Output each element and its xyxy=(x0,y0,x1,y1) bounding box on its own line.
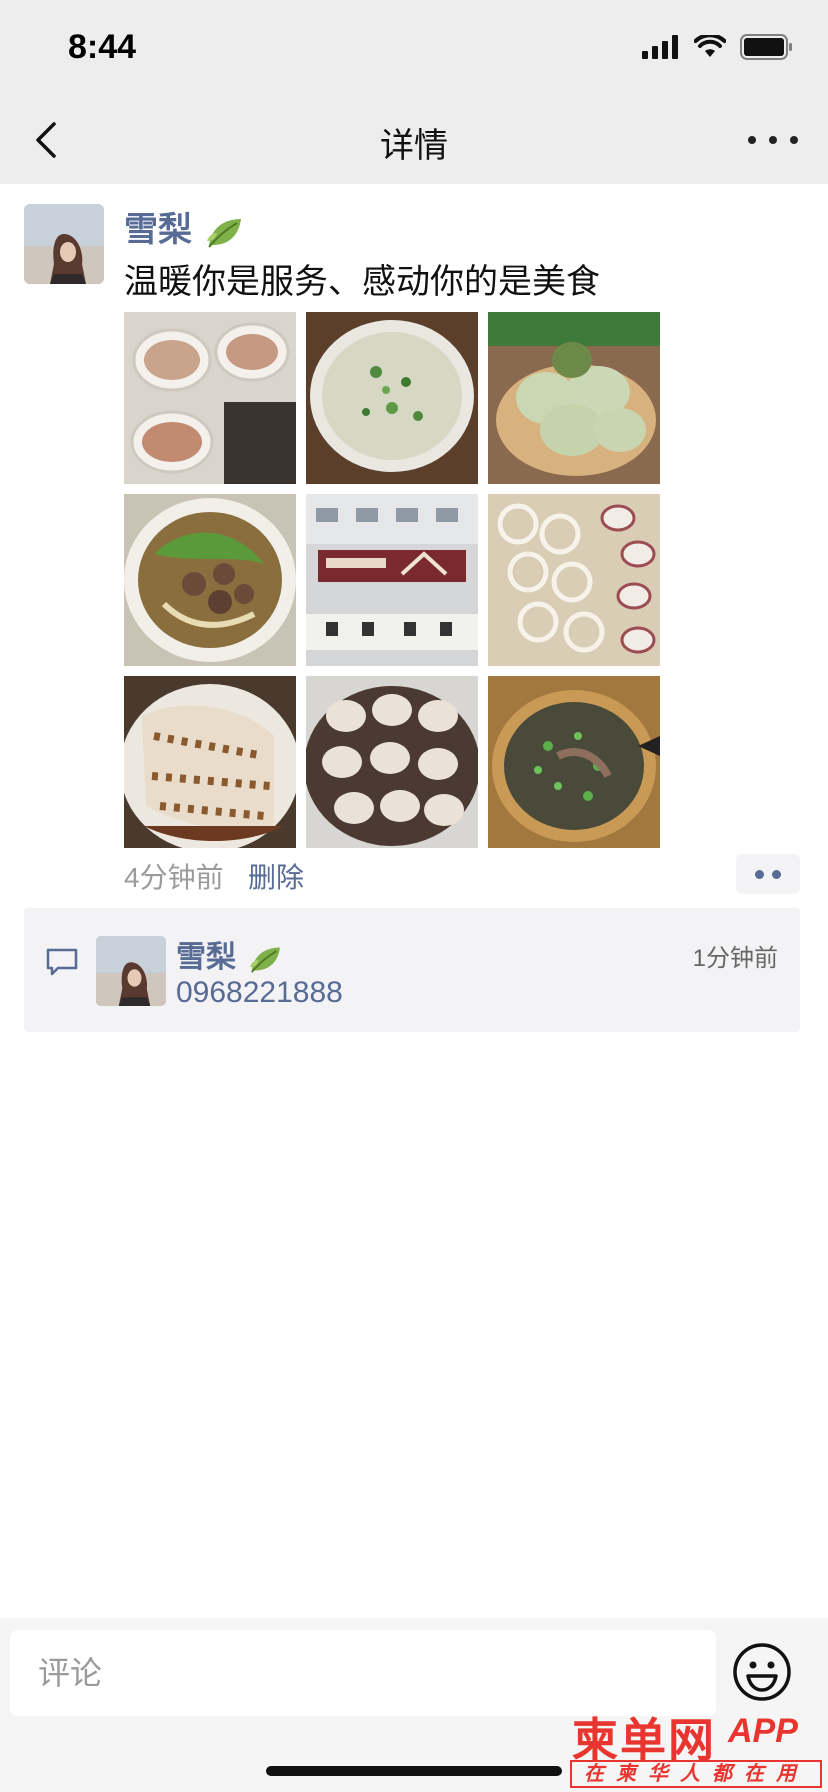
photo-noodle-soup[interactable] xyxy=(488,676,660,848)
post-time: 4分钟前 xyxy=(124,862,224,893)
photo-restaurant-storefront[interactable] xyxy=(306,494,478,666)
photo-rice-rolls[interactable] xyxy=(124,676,296,848)
status-bar: 8:44 xyxy=(0,0,828,96)
photo-glasses-and-slices[interactable] xyxy=(488,494,660,666)
home-indicator[interactable] xyxy=(266,1766,562,1776)
photo-cups[interactable] xyxy=(124,312,296,484)
photo-wontons[interactable] xyxy=(306,676,478,848)
comment-time: 1分钟前 xyxy=(692,945,778,972)
page-title: 详情 xyxy=(380,127,448,165)
more-dot-icon xyxy=(790,136,798,144)
emoji-button[interactable] xyxy=(730,1640,794,1704)
comments-section: 雪梨 0968221888 1分钟前 xyxy=(24,908,800,1032)
emoji-icon xyxy=(733,1643,791,1701)
leaf-icon xyxy=(207,219,242,248)
avatar-image xyxy=(24,204,104,284)
nav-bar: 详情 xyxy=(0,96,828,184)
avatar-image xyxy=(96,936,166,1006)
comment-author-name[interactable]: 雪梨 xyxy=(176,932,282,976)
more-dot-icon xyxy=(748,136,756,144)
leaf-icon xyxy=(250,947,281,973)
comment-text[interactable]: 0968221888 xyxy=(176,976,343,1010)
more-dot-icon xyxy=(769,136,777,144)
signal-icon xyxy=(642,35,678,59)
wifi-icon xyxy=(694,35,726,57)
action-dot-icon xyxy=(772,869,781,879)
author-avatar[interactable] xyxy=(24,204,104,284)
comment-bubble-icon xyxy=(46,948,78,976)
status-icons xyxy=(642,34,794,60)
comment-author-name-text: 雪梨 xyxy=(176,941,236,974)
more-button[interactable] xyxy=(748,116,798,164)
photo-grid xyxy=(124,312,660,848)
author-name-text: 雪梨 xyxy=(124,211,192,249)
comment-author-avatar[interactable] xyxy=(96,936,166,1006)
photo-congee[interactable] xyxy=(306,312,478,484)
author-name[interactable]: 雪梨 xyxy=(124,202,243,251)
delete-button[interactable]: 删除 xyxy=(248,856,304,896)
photo-dumplings-steamed[interactable] xyxy=(488,312,660,484)
watermark-subtitle: 在柬华人都在用 xyxy=(570,1760,822,1788)
post-actions-button[interactable] xyxy=(736,854,800,894)
battery-icon xyxy=(740,34,792,60)
watermark-app: APP xyxy=(728,1712,798,1750)
photo-beef-noodles[interactable] xyxy=(124,494,296,666)
post-text: 温暖你是服务、感动你的是美食 xyxy=(124,263,600,301)
status-time: 8:44 xyxy=(68,28,137,66)
action-dot-icon xyxy=(755,869,764,879)
watermark-logo: 柬单网 APP 在柬华人都在用 xyxy=(568,1700,824,1790)
